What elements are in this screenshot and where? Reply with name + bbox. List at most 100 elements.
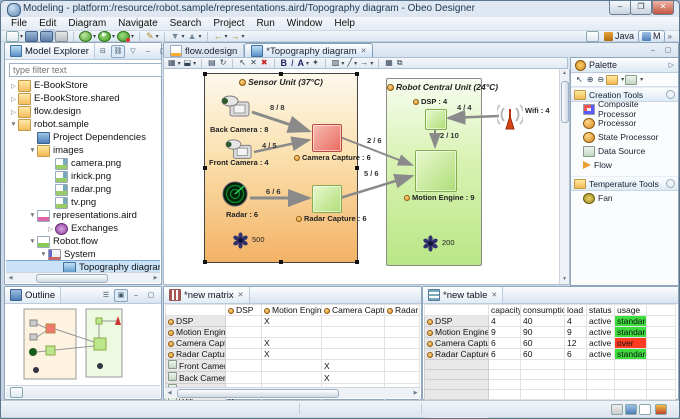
menu-help[interactable]: Help (328, 18, 361, 29)
previous-annotation-dropdown-icon[interactable]: ▾ (198, 33, 201, 40)
pencil-icon[interactable]: ✎ (146, 31, 154, 41)
forward-icon[interactable]: → (231, 31, 240, 41)
robot-fan-value[interactable]: 200 (442, 238, 455, 247)
tree-item-radar-png[interactable]: radar.png (6, 183, 160, 196)
matrix-cell[interactable] (322, 327, 385, 338)
matrix-row-motion-engine[interactable]: Motion Engine (166, 327, 226, 338)
cell-capacity[interactable]: 6 (489, 349, 521, 360)
fan-icon[interactable] (422, 235, 439, 252)
radar-capture-label[interactable]: Radar Capture : 6 (296, 214, 367, 223)
font-color-icon[interactable]: A (298, 58, 305, 68)
perspective-overflow-chevron[interactable]: » (668, 32, 672, 41)
palette-item-flow[interactable]: Flow (571, 158, 678, 172)
fill-color-icon[interactable]: ▨ (332, 58, 340, 68)
back-camera-label[interactable]: Back Camera : 8 (210, 125, 268, 134)
matrix-cell[interactable] (322, 338, 385, 349)
print-icon[interactable] (55, 31, 68, 42)
arrow-type-icon[interactable]: → (360, 58, 368, 68)
zoom-in-icon[interactable]: ⊕ (587, 75, 594, 84)
matrix-row-front-camera[interactable]: Front Camera (166, 360, 226, 372)
twisty-icon[interactable]: ▷ (9, 82, 18, 90)
cell-load[interactable]: 6 (565, 349, 587, 360)
filter-input[interactable] (9, 63, 162, 77)
edge-label[interactable]: 6 / 6 (266, 187, 281, 196)
cell-capacity[interactable]: 6 (489, 338, 521, 349)
tree-item-exchanges[interactable]: ▷Exchanges (6, 222, 160, 235)
scroll-down-icon[interactable]: ▼ (560, 275, 569, 284)
status-editor-icon[interactable] (639, 404, 651, 415)
menu-window[interactable]: Window (281, 18, 329, 29)
line-color-icon[interactable]: ╱ (347, 58, 352, 68)
edge-label[interactable]: 2 / 6 (367, 136, 382, 145)
twisty-icon[interactable]: ▼ (39, 251, 48, 258)
view-menu-icon[interactable]: ▽ (126, 45, 140, 58)
scrollbar-thumb[interactable] (177, 389, 339, 398)
back-dropdown-icon[interactable]: ▾ (225, 33, 228, 40)
front-camera-label[interactable]: Front Camera : 4 (209, 158, 269, 167)
tree-item-flow-design[interactable]: ▷flow.design (6, 105, 160, 118)
select-tool-icon[interactable]: ↖ (239, 58, 246, 68)
tree-item-tv-png[interactable]: tv.png (6, 196, 160, 209)
external-tools-icon[interactable] (117, 31, 130, 42)
style-icon[interactable]: ✦ (312, 58, 319, 68)
matrix-cell[interactable] (262, 327, 322, 338)
tree-item-topography-diagram[interactable]: Topography diagram (6, 261, 160, 272)
link-with-editor-icon[interactable]: ⛓ (111, 45, 125, 58)
matrix-cell[interactable]: X (322, 360, 385, 372)
menu-search[interactable]: Search (164, 18, 208, 29)
cell-consumption[interactable]: 60 (521, 338, 565, 349)
arrow-dropdown-icon[interactable]: ▾ (370, 60, 373, 67)
radar-label[interactable]: Radar : 6 (226, 210, 258, 219)
tree-item-representations-aird[interactable]: ▼representations.aird (6, 209, 160, 222)
zoom-out-icon[interactable]: ⊖ (597, 75, 604, 84)
menu-diagram[interactable]: Diagram (62, 18, 112, 29)
outline-tool-icon[interactable] (10, 387, 23, 398)
grid-icon[interactable]: ▦ (385, 58, 393, 68)
scroll-right-icon[interactable]: ▶ (151, 274, 160, 282)
close-tab-icon[interactable]: ✕ (361, 47, 367, 55)
matrix-cell[interactable] (226, 327, 262, 338)
palette-flyout-icon[interactable]: ▷ (669, 61, 674, 69)
italic-icon[interactable]: I (291, 58, 294, 68)
note-dropdown-icon[interactable]: ▾ (621, 76, 624, 83)
palette-header[interactable]: Palette ▷ (571, 58, 678, 73)
bold-icon[interactable]: B (281, 58, 288, 68)
maximize-view-icon[interactable]: ▢ (144, 289, 158, 302)
tab-flow-odesign[interactable]: flow.odesign (164, 44, 244, 58)
palette-item-fan[interactable]: Fan (571, 191, 678, 205)
layout-dropdown-icon[interactable]: ▾ (178, 60, 181, 67)
new-dropdown-icon[interactable]: ▾ (20, 33, 23, 40)
maximize-button[interactable]: ❐ (630, 1, 652, 15)
previous-annotation-icon[interactable]: ▲ (188, 31, 197, 41)
matrix-tab[interactable]: *new matrix ✕ (164, 287, 250, 303)
col-capacity[interactable]: capacity (489, 305, 521, 316)
tree-item-robot-flow[interactable]: ▼Robot.flow (6, 235, 160, 248)
matrix-cell[interactable] (322, 349, 385, 360)
twisty-icon[interactable]: ▷ (9, 95, 18, 103)
row-dsp[interactable]: DSP (425, 316, 489, 327)
cell-status[interactable]: active (587, 327, 615, 338)
row-camera-capture[interactable]: Camera Capture (425, 338, 489, 349)
edge-label[interactable]: 2 / 10 (440, 131, 459, 140)
minimize-view-icon[interactable]: – (129, 289, 143, 302)
cell-status[interactable]: active (587, 349, 615, 360)
perspective-java-button[interactable]: Java (600, 30, 638, 43)
align-dropdown-icon[interactable]: ▾ (193, 60, 196, 67)
matrix-cell[interactable] (226, 349, 262, 360)
minimize-editor-icon[interactable]: – (646, 44, 660, 57)
col-usage[interactable]: usage (615, 305, 647, 316)
edge-label[interactable]: 8 / 8 (270, 103, 285, 112)
forward-dropdown-icon[interactable]: ▾ (242, 33, 245, 40)
menu-navigate[interactable]: Navigate (112, 18, 163, 29)
scroll-left-icon[interactable]: ◀ (6, 274, 15, 282)
scroll-left-icon[interactable]: ◀ (165, 389, 174, 397)
matrix-cell[interactable] (385, 349, 420, 360)
layout-mode-icon[interactable]: ▦ (168, 58, 176, 68)
palette-item-composite-processor[interactable]: Composite Processor (571, 102, 678, 116)
matrix-row-camera-capture[interactable]: Camera Capture (166, 338, 226, 349)
matrix-cell[interactable] (385, 360, 420, 372)
radar-icon[interactable] (222, 181, 249, 208)
tree-item-irkick-png[interactable]: irkick.png (6, 170, 160, 183)
cell-consumption[interactable]: 90 (521, 327, 565, 338)
matrix-cell[interactable] (385, 327, 420, 338)
